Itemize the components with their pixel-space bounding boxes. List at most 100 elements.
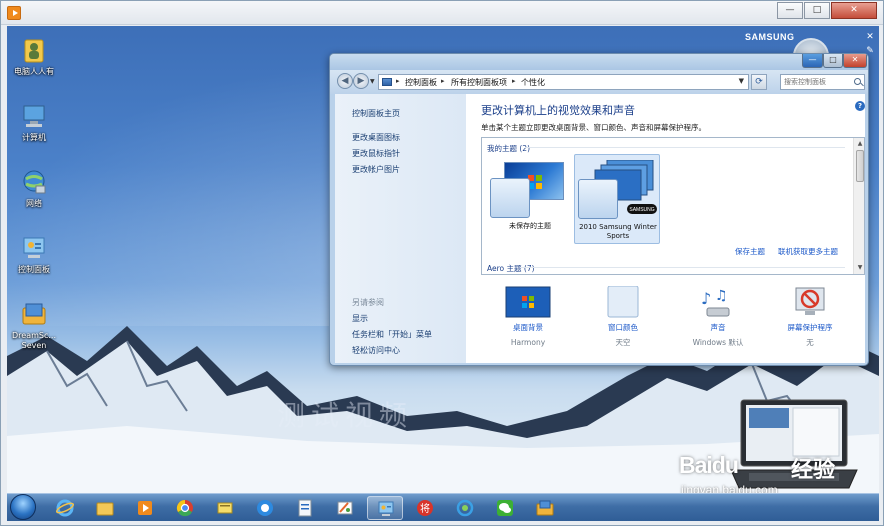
breadcrumb-separator-icon[interactable]: ▸	[396, 77, 400, 85]
player-app-icon[interactable]	[7, 6, 21, 20]
taskbar-control-panel[interactable]	[367, 496, 403, 520]
samsung-mark: SAMSUNG	[629, 207, 654, 213]
taskbar-explorer[interactable]	[87, 496, 123, 520]
see-also-header: 另请参阅	[352, 298, 384, 307]
taskbar-chess[interactable]: 将	[407, 496, 443, 520]
option-screensaver[interactable]: 屏幕保护程序 无	[770, 286, 850, 348]
scroll-thumb[interactable]	[856, 150, 864, 182]
option-window-color[interactable]: 窗口颜色 天空	[583, 285, 663, 348]
recent-pages-icon[interactable]: ▼	[370, 78, 375, 85]
player-titlebar[interactable]: — □ ✕	[1, 1, 883, 25]
back-button[interactable]: ◀	[337, 73, 353, 89]
taskbar-wechat[interactable]	[487, 496, 523, 520]
desktop-icon-user-folder[interactable]: 电脑人人有	[7, 36, 61, 77]
samsung-logo: SAMSUNG	[745, 32, 795, 42]
taskbar-sync[interactable]	[447, 496, 483, 520]
desktop-icon-label: DreamSc... Seven	[12, 331, 56, 350]
document-icon	[298, 499, 312, 517]
taskbar-chrome[interactable]	[167, 496, 203, 520]
breadcrumb-all-items[interactable]: 所有控制面板项	[451, 77, 507, 88]
sidebar-item-home[interactable]: 控制面板主页	[352, 108, 400, 119]
breadcrumb-separator-icon[interactable]: ▸	[512, 77, 516, 85]
gadget-close-icon[interactable]: ✕	[865, 32, 875, 42]
folder-app-icon	[536, 500, 554, 516]
browser-icon	[257, 500, 273, 516]
player-maximize-button[interactable]: □	[804, 2, 830, 19]
taskbar-folder-app[interactable]	[527, 496, 563, 520]
taskbar-document[interactable]	[287, 496, 323, 520]
desktop-icon-dreamscene[interactable]: DreamSc... Seven	[7, 300, 61, 351]
chrome-icon	[176, 499, 193, 517]
scrollbar[interactable]: ▲ ▼	[853, 138, 864, 274]
search-input[interactable]	[784, 76, 852, 88]
refresh-button[interactable]: ⟳	[751, 74, 767, 90]
option-value: Harmony	[510, 338, 546, 347]
control-panel-icon	[378, 501, 394, 516]
sidebar-item-taskbar-start-menu[interactable]: 任务栏和「开始」菜单	[352, 329, 432, 340]
sidebar-item-account-picture[interactable]: 更改帐户图片	[352, 164, 400, 175]
control-panel-icon	[382, 78, 392, 86]
theme-list[interactable]: 我的主题 (2) 未保存的主题 SAMSUNG 2010 Samsung Win…	[481, 137, 865, 275]
personalization-window: — □ ✕ ◀ ▶ ▼ ▸ 控制面板 ▸ 所有控制面板项 ▸ 个性化 ▼ ⟳ 搜…	[329, 53, 869, 366]
player-close-button[interactable]: ✕	[831, 2, 877, 19]
help-icon[interactable]: ?	[855, 101, 865, 111]
video-watermark: 测试视频	[277, 399, 414, 432]
window-close-button[interactable]: ✕	[843, 54, 867, 68]
save-theme-link[interactable]: 保存主题	[735, 246, 765, 257]
option-sound[interactable]: ♪ ♫ 声音 Windows 默认	[678, 286, 758, 348]
address-dropdown-icon[interactable]: ▼	[739, 77, 744, 85]
start-orb-icon[interactable]	[10, 494, 36, 520]
taskbar-internet-explorer[interactable]	[47, 496, 83, 520]
scroll-up-icon[interactable]: ▲	[855, 139, 864, 149]
sidebar-item-mouse-pointers[interactable]: 更改鼠标指针	[352, 148, 400, 159]
theme-label: 未保存的主题	[509, 222, 551, 230]
theme-label: 2010 Samsung Winter Sports	[579, 223, 657, 240]
desktop-icon-network[interactable]: 网络	[7, 168, 61, 209]
svg-text:♪: ♪	[701, 289, 711, 308]
baidu-logo: Baidu	[679, 452, 739, 478]
breadcrumb-control-panel[interactable]: 控制面板	[405, 77, 437, 88]
breadcrumb-personalization[interactable]: 个性化	[521, 77, 545, 88]
taskbar-notes[interactable]	[207, 496, 243, 520]
page-title: 更改计算机上的视觉效果和声音	[481, 104, 635, 117]
search-box[interactable]	[780, 74, 865, 90]
sidebar-item-display[interactable]: 显示	[352, 313, 368, 324]
forward-button[interactable]: ▶	[353, 73, 369, 89]
chess-icon: 将	[417, 500, 433, 516]
sidebar: 控制面板主页 更改桌面图标 更改鼠标指针 更改帐户图片 另请参阅 显示 任务栏和…	[335, 94, 466, 363]
computer-icon	[20, 102, 48, 130]
get-more-themes-link[interactable]: 联机获取更多主题	[778, 246, 838, 257]
address-bar[interactable]: ▸ 控制面板 ▸ 所有控制面板项 ▸ 个性化 ▼	[378, 74, 749, 90]
wechat-icon	[497, 500, 513, 516]
search-icon[interactable]	[854, 78, 861, 85]
desktop-background-icon	[505, 286, 551, 318]
theme-unsaved[interactable]: 未保存的主题	[487, 154, 573, 244]
dreamscene-icon	[20, 300, 48, 328]
window-maximize-button[interactable]: □	[823, 54, 843, 68]
sidebar-item-desktop-icons[interactable]: 更改桌面图标	[352, 132, 400, 143]
notes-icon	[217, 502, 233, 514]
window-titlebar[interactable]: — □ ✕	[330, 54, 868, 70]
internet-explorer-icon	[56, 499, 74, 517]
option-link[interactable]: 窗口颜色	[583, 323, 663, 333]
page-description: 单击某个主题立即更改桌面背景、窗口颜色、声音和屏幕保护程序。	[481, 123, 706, 132]
sidebar-item-ease-of-access[interactable]: 轻松访问中心	[352, 345, 400, 356]
window-minimize-button[interactable]: —	[802, 54, 823, 68]
option-link[interactable]: 声音	[678, 323, 758, 333]
scroll-down-icon[interactable]: ▼	[855, 263, 864, 273]
media-player-icon	[138, 501, 152, 515]
theme-samsung-winter-sports[interactable]: SAMSUNG 2010 Samsung Winter Sports	[574, 154, 660, 244]
taskbar-paint[interactable]	[327, 496, 363, 520]
player-minimize-button[interactable]: —	[777, 2, 803, 19]
taskbar-media-player[interactable]	[127, 496, 163, 520]
user-folder-icon	[20, 36, 48, 64]
option-link[interactable]: 桌面背景	[488, 323, 568, 333]
breadcrumb-separator-icon[interactable]: ▸	[441, 77, 445, 85]
desktop-icon-control-panel[interactable]: 控制面板	[7, 234, 61, 275]
option-link[interactable]: 屏幕保护程序	[770, 323, 850, 333]
aero-themes-label: Aero 主题 (7)	[487, 264, 535, 273]
option-desktop-background[interactable]: 桌面背景 Harmony	[488, 286, 568, 348]
option-value: Windows 默认	[692, 338, 744, 347]
desktop-icon-computer[interactable]: 计算机	[7, 102, 61, 143]
taskbar-browser[interactable]	[247, 496, 283, 520]
